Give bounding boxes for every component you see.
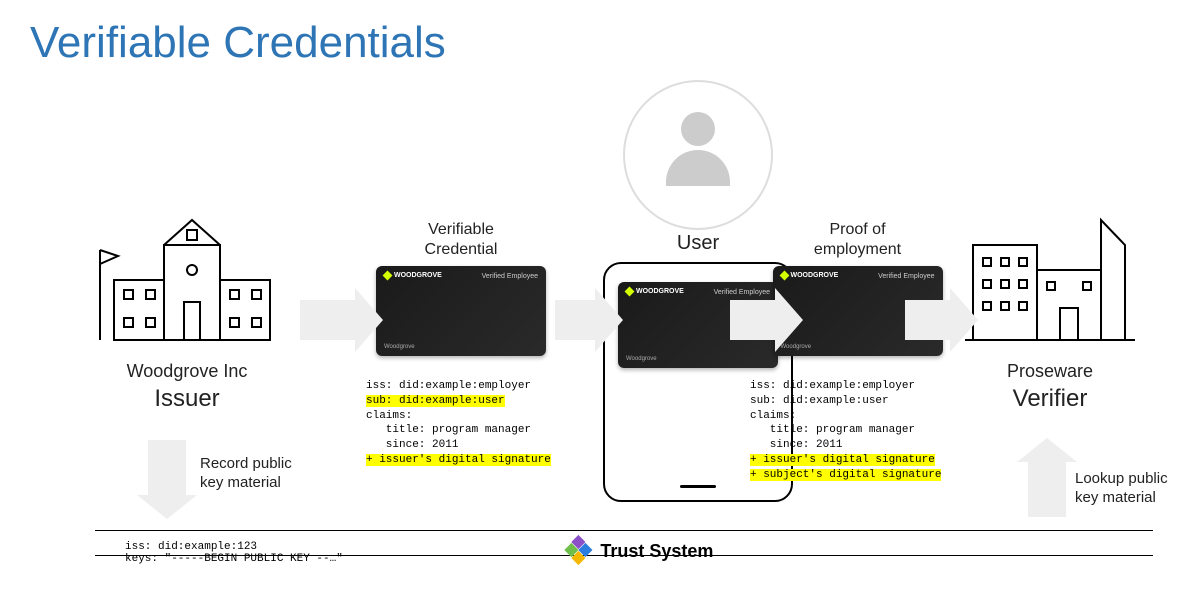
cubes-icon	[564, 537, 592, 565]
issuer-role: Issuer	[92, 385, 282, 413]
verifier-role: Verifier	[955, 385, 1145, 413]
arrow-down-icon	[148, 440, 186, 495]
trust-system-bar: iss: did:example:123 keys: "-----BEGIN P…	[95, 530, 1153, 556]
arrow-right-icon	[730, 300, 775, 340]
slide-title: Verifiable Credentials	[30, 18, 446, 68]
office-building-icon	[955, 190, 1145, 360]
vc-label: Verifiable Credential	[366, 220, 556, 260]
credential-card-icon: WOODGROVE Verified Employee Woodgrove	[376, 266, 546, 356]
card-footer: Woodgrove	[626, 356, 657, 362]
trust-label-text: Trust System	[600, 541, 713, 562]
issuer-block: Woodgrove Inc Issuer	[92, 190, 282, 413]
issuer-name: Woodgrove Inc	[92, 360, 282, 383]
card-brand: WOODGROVE	[791, 272, 839, 279]
user-icon	[666, 112, 730, 186]
card-brand: WOODGROVE	[394, 272, 442, 279]
verifier-name: Proseware	[955, 360, 1145, 383]
card-type: Verified Employee	[482, 273, 538, 280]
arrow-right-icon	[300, 300, 355, 340]
trust-code: iss: did:example:123 keys: "-----BEGIN P…	[125, 541, 343, 565]
lookup-label: Lookup public key material	[1075, 470, 1183, 508]
arrow-up-icon	[1028, 462, 1066, 517]
trust-label: Trust System	[564, 537, 713, 565]
vc-block: Verifiable Credential WOODGROVE Verified…	[366, 220, 556, 468]
arrow-right-icon	[555, 300, 595, 340]
card-brand: WOODGROVE	[636, 288, 684, 295]
card-type: Verified Employee	[878, 273, 934, 280]
vc-code: iss: did:example:employer sub: did:examp…	[366, 364, 556, 468]
arrow-right-icon	[905, 300, 950, 340]
card-footer: Woodgrove	[384, 344, 415, 350]
proof-code: iss: did:example:employer sub: did:examp…	[750, 364, 965, 483]
verifier-block: Proseware Verifier	[955, 190, 1145, 413]
proof-label: Proof of employment	[750, 220, 965, 260]
record-label: Record public key material	[200, 455, 320, 493]
building-icon	[92, 190, 292, 360]
